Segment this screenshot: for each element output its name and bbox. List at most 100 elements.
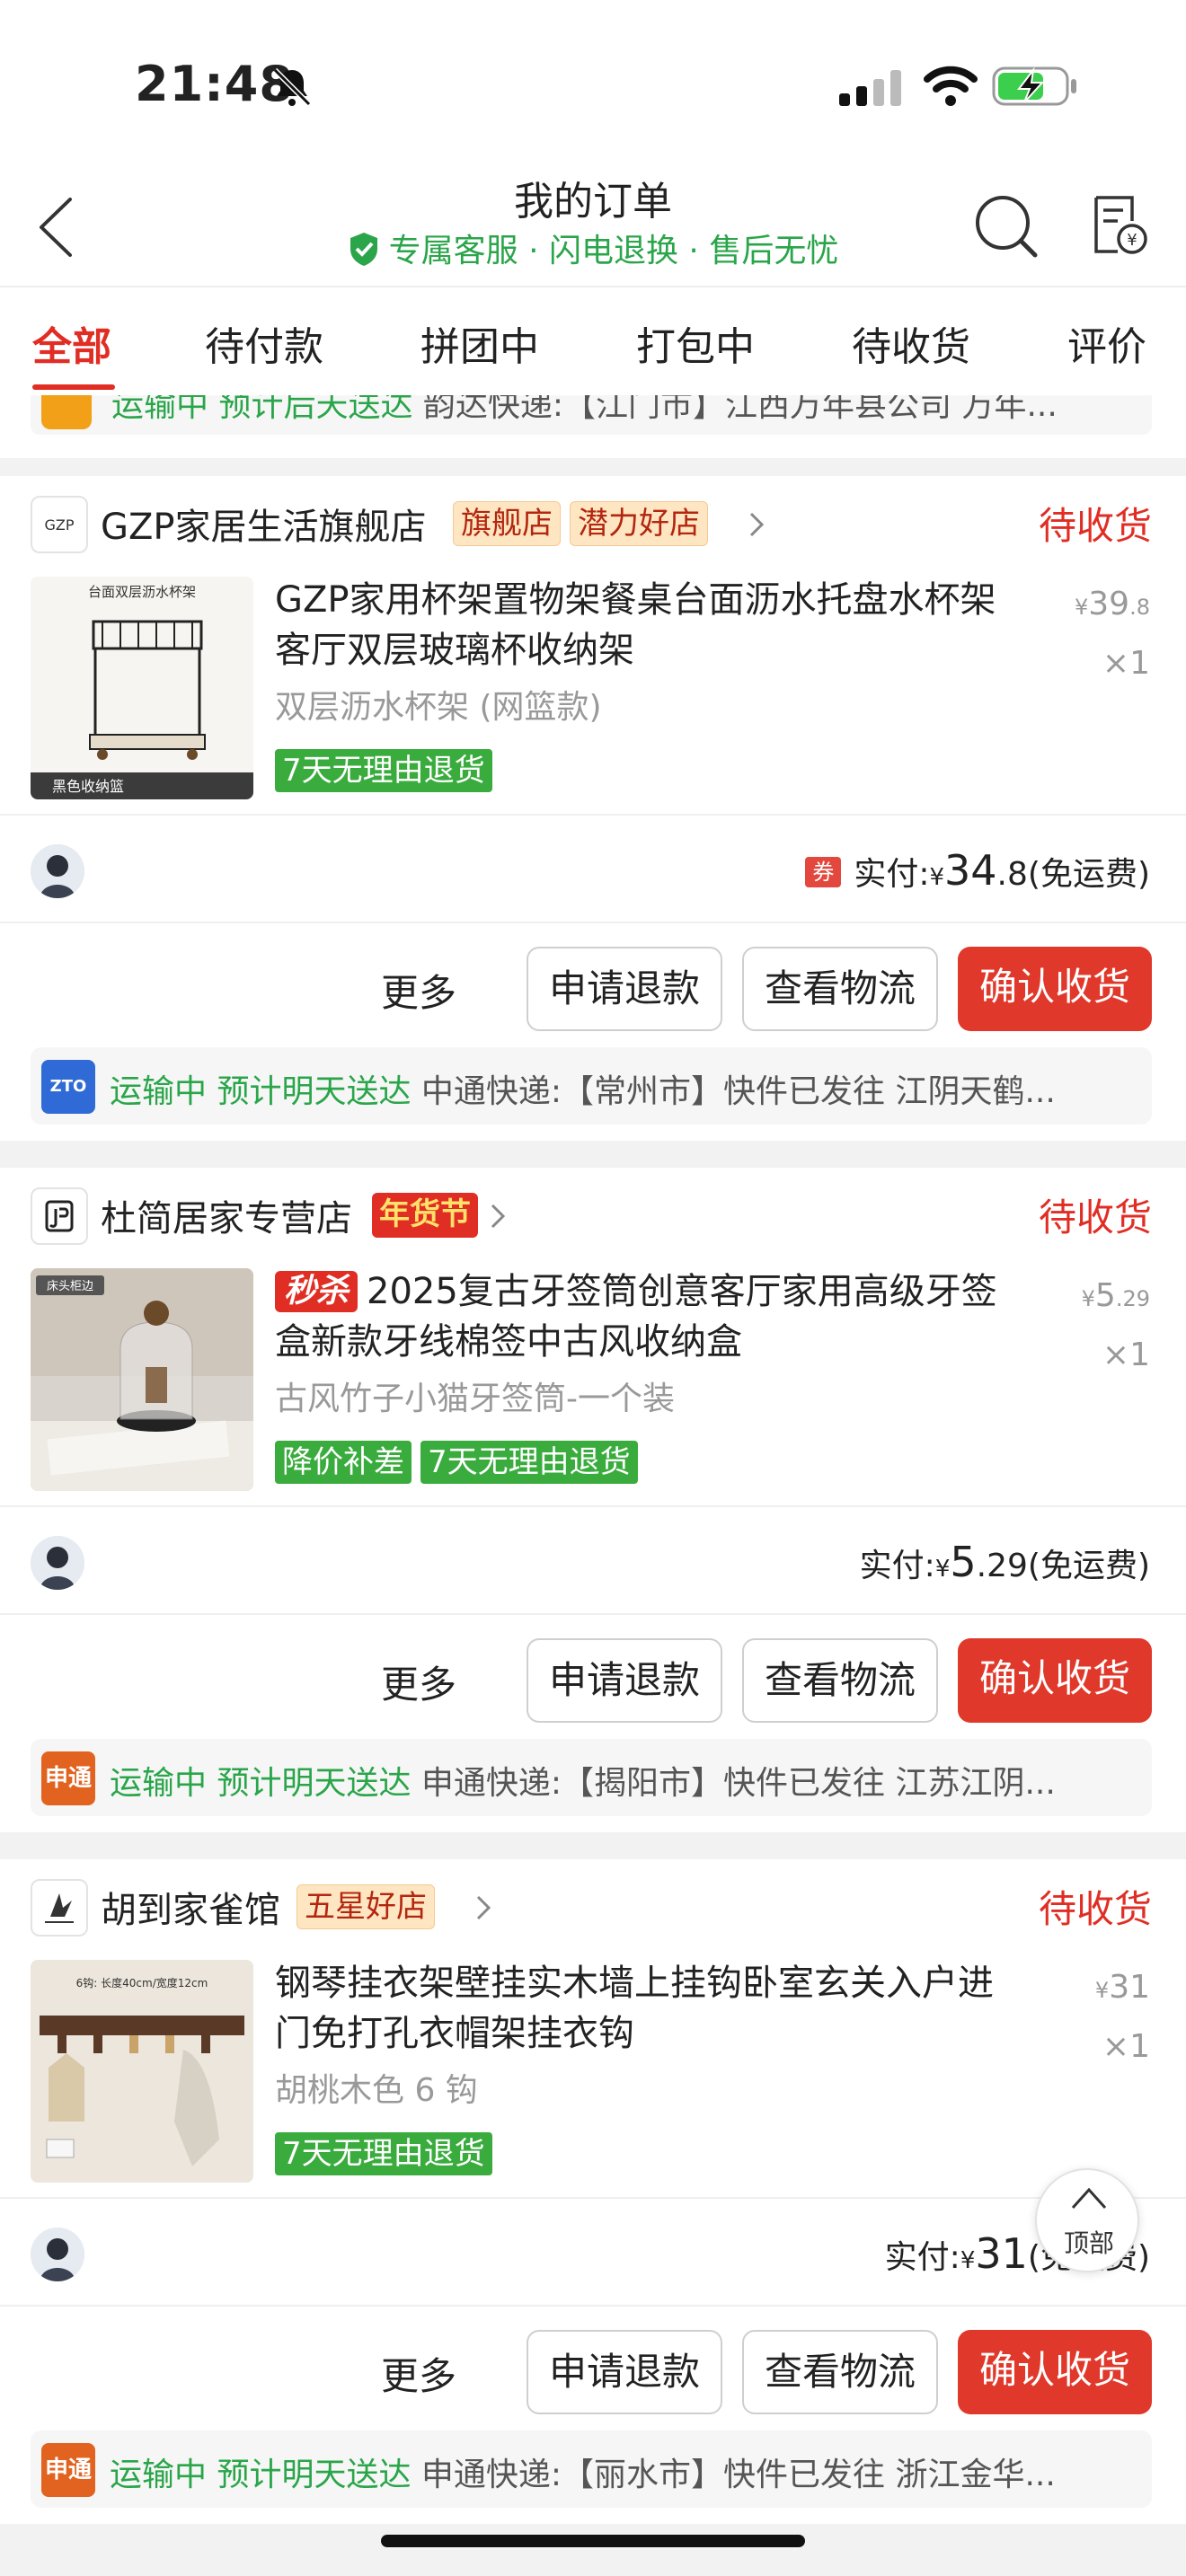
five-star-shop-badge: 五星好店 [296, 1884, 435, 1929]
arrow-up-icon [1071, 2187, 1107, 2210]
logistics-status: 运输中 预计明天送达 [110, 1765, 412, 1802]
svg-text:GZP: GZP [44, 516, 74, 534]
product-title[interactable]: 钢琴挂衣架壁挂实木墙上挂钩卧室玄关入户进门免打孔衣帽架挂衣钩 [275, 1958, 1003, 2059]
flagship-badge: 旗舰店 [453, 501, 561, 546]
previous-order-logistics[interactable]: 运输中 预计后天送达 韵达快递:【江门市】江西万年县公司 万年... [0, 395, 1186, 458]
shop-name: GZP家居生活旗舰店 [101, 507, 427, 548]
paid-amount: 实付:¥5.29(免运费) [859, 1538, 1150, 1586]
courier-logo: ZTO [41, 1060, 95, 1114]
svg-text:6钩: 长度40cm/宽度12cm: 6钩: 长度40cm/宽度12cm [76, 1976, 208, 1989]
battery-charging-icon [992, 66, 1076, 106]
quantity: ×1 [1102, 2028, 1150, 2065]
product-image[interactable]: 床头柜边 [31, 1268, 253, 1491]
status-bar: 21:48 [0, 0, 1186, 171]
shop-logo [31, 1187, 88, 1245]
refund-button[interactable]: 申请退款 [527, 1638, 722, 1723]
product-image[interactable]: 6钩: 长度40cm/宽度12cm [31, 1960, 253, 2183]
avatar [31, 1536, 84, 1590]
order-card: GZP GZP家居生活旗舰店 旗舰店 潜力好店 待收货 台面双层沥水杯架 黑色收… [0, 476, 1186, 1141]
logistics-bar[interactable]: 申通 运输中 预计明天送达 申通快递:【揭阳市】快件已发往 江苏江阴... [31, 1739, 1152, 1816]
svg-text:床头柜边: 床头柜边 [47, 1280, 93, 1293]
tab-all[interactable]: 全部 [32, 314, 111, 372]
return-policy-tag: 7天无理由退货 [275, 2132, 492, 2175]
courier-logo [41, 395, 92, 429]
home-indicator[interactable] [381, 2535, 805, 2547]
bell-muted-icon [272, 67, 312, 107]
track-logistics-button[interactable]: 查看物流 [742, 2330, 938, 2414]
service-guarantee-text: 专属客服 · 闪电退换 · 售后无忧 [388, 233, 839, 269]
logistics-status: 运输中 预计明天送达 [110, 1073, 412, 1110]
tab-group-buying[interactable]: 拼团中 [420, 314, 539, 372]
shop-name: 杜简居家专营店 [101, 1198, 352, 1239]
product-sku: 古风竹子小猫牙签筒-一个装 [275, 1381, 675, 1417]
logistics-detail: 申通快递:【丽水市】快件已发往 浙江金华... [411, 2457, 1056, 2493]
svg-text:¥: ¥ [1127, 231, 1137, 250]
shop-logo: GZP [31, 496, 88, 553]
shop-row[interactable]: 杜简居家专营店 年货节 待收货 [0, 1168, 1186, 1257]
quantity: ×1 [1102, 1337, 1150, 1373]
product-title[interactable]: GZP家用杯架置物架餐桌台面沥水托盘水杯架客厅双层玻璃杯收纳架 [275, 575, 1003, 675]
return-policy-tag: 7天无理由退货 [275, 749, 492, 792]
search-icon[interactable] [972, 192, 1039, 259]
more-button[interactable]: 更多 [381, 963, 456, 1018]
shop-row[interactable]: 胡到家雀馆 五星好店 待收货 [0, 1859, 1186, 1949]
quantity: ×1 [1102, 645, 1150, 682]
logistics-status: 运输中 预计后天送达 [111, 395, 413, 424]
order-tabs: 全部 待付款 拼团中 打包中 待收货 评价 [0, 287, 1186, 395]
return-policy-tag: 7天无理由退货 [420, 1441, 638, 1484]
shield-check-icon [350, 233, 377, 266]
product-image[interactable]: 台面双层沥水杯架 黑色收纳篮 [31, 577, 253, 799]
new-year-festival-badge: 年货节 [372, 1193, 478, 1238]
track-logistics-button[interactable]: 查看物流 [742, 1638, 938, 1723]
order-status: 待收货 [1038, 1195, 1152, 1239]
paid-amount: 券实付:¥34.8(免运费) [805, 846, 1150, 895]
confirm-receipt-button[interactable]: 确认收货 [958, 2330, 1152, 2414]
refund-button[interactable]: 申请退款 [527, 2330, 722, 2414]
track-logistics-button[interactable]: 查看物流 [742, 947, 938, 1031]
service-tags: 7天无理由退货 [275, 749, 501, 792]
logistics-bar[interactable]: ZTO 运输中 预计明天送达 中通快递:【常州市】快件已发往 江阴天鹤... [31, 1047, 1152, 1125]
logistics-detail: 申通快递:【揭阳市】快件已发往 江苏江阴... [411, 1765, 1056, 1802]
logistics-status: 运输中 预计明天送达 [110, 2457, 412, 2493]
confirm-receipt-button[interactable]: 确认收货 [958, 947, 1152, 1031]
chevron-right-icon [476, 1895, 491, 1920]
tab-pending-payment[interactable]: 待付款 [205, 314, 323, 372]
order-card: 杜简居家专营店 年货节 待收货 床头柜边 秒杀 2025复古牙签筒创意客厅家用高级… [0, 1168, 1186, 1832]
back-to-top-button[interactable]: 顶部 [1035, 2168, 1139, 2272]
bill-icon[interactable]: ¥ [1091, 194, 1148, 257]
shop-row[interactable]: GZP GZP家居生活旗舰店 旗舰店 潜力好店 待收货 [0, 476, 1186, 566]
unit-price: ¥31 [1094, 1969, 1150, 2006]
chevron-right-icon [749, 512, 765, 537]
order-status: 待收货 [1038, 1887, 1152, 1931]
more-button[interactable]: 更多 [381, 2346, 456, 2401]
courier-logo: 申通 [41, 2443, 95, 2497]
active-tab-indicator [32, 384, 115, 390]
order-card: 胡到家雀馆 五星好店 待收货 6钩: 长度40cm/宽度12cm 钢琴挂衣架壁挂… [0, 1859, 1186, 2524]
order-status: 待收货 [1038, 504, 1152, 548]
nav-header: 我的订单 专属客服 · 闪电退换 · 售后无忧 ¥ [0, 162, 1186, 287]
refund-button[interactable]: 申请退款 [527, 947, 722, 1031]
courier-logo: 申通 [41, 1751, 95, 1805]
product-sku: 双层沥水杯架 (网篮款) [275, 689, 602, 726]
potential-shop-badge: 潜力好店 [570, 501, 708, 546]
more-button[interactable]: 更多 [381, 1654, 456, 1709]
svg-text:黑色收纳篮: 黑色收纳篮 [52, 778, 124, 795]
logistics-detail: 韵达快递:【江门市】江西万年县公司 万年... [412, 395, 1058, 424]
svg-text:台面双层沥水杯架: 台面双层沥水杯架 [88, 584, 196, 600]
flash-sale-badge: 秒杀 [275, 1271, 358, 1312]
confirm-receipt-button[interactable]: 确认收货 [958, 1638, 1152, 1723]
tab-packing[interactable]: 打包中 [636, 314, 755, 372]
service-tags: 降价补差 7天无理由退货 [275, 1441, 647, 1484]
shop-logo [31, 1879, 88, 1936]
unit-price: ¥39.8 [1075, 586, 1150, 622]
product-sku: 胡桃木色 6 钩 [275, 2072, 478, 2109]
service-tags: 7天无理由退货 [275, 2132, 501, 2175]
tab-review[interactable]: 评价 [1067, 314, 1146, 372]
logistics-bar[interactable]: 申通 运输中 预计明天送达 申通快递:【丽水市】快件已发往 浙江金华... [31, 2430, 1152, 2508]
product-title[interactable]: 秒杀 2025复古牙签筒创意客厅家用高级牙签盒新款牙线棉签中古风收纳盒 [275, 1266, 1003, 1367]
back-to-top-label: 顶部 [1063, 2228, 1114, 2258]
unit-price: ¥5.29 [1081, 1277, 1150, 1314]
tab-to-receive[interactable]: 待收货 [852, 314, 970, 372]
shop-name: 胡到家雀馆 [101, 1890, 280, 1931]
logistics-detail: 中通快递:【常州市】快件已发往 江阴天鹤... [411, 1073, 1056, 1110]
